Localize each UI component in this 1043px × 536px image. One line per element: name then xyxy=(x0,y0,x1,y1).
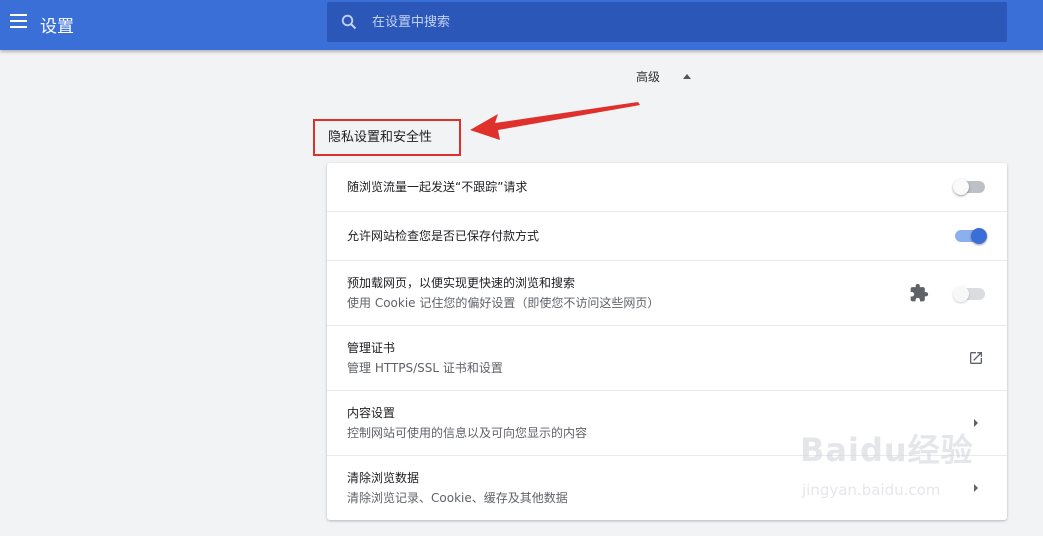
setting-label: 随浏览流量一起发送“不跟踪”请求 xyxy=(347,180,528,194)
setting-row-content-settings[interactable]: 内容设置 控制网站可使用的信息以及可向您显示的内容 xyxy=(327,391,1007,456)
search-bar[interactable] xyxy=(327,2,1007,42)
do-not-track-toggle[interactable] xyxy=(953,179,985,195)
chevron-right-icon[interactable] xyxy=(974,484,978,492)
caret-up-icon[interactable] xyxy=(683,74,691,79)
setting-description: 使用 Cookie 记住您的偏好设置（即使您不访问这些网页） xyxy=(347,296,660,310)
setting-row-preload[interactable]: 预加载网页，以便实现更快速的浏览和搜索 使用 Cookie 记住您的偏好设置（即… xyxy=(327,261,1007,326)
setting-label: 清除浏览数据 xyxy=(347,471,420,485)
setting-row-do-not-track[interactable]: 随浏览流量一起发送“不跟踪”请求 xyxy=(327,163,1007,212)
search-icon xyxy=(341,14,357,30)
setting-description: 清除浏览记录、Cookie、缓存及其他数据 xyxy=(347,491,568,505)
page-title: 设置 xyxy=(40,17,74,37)
menu-icon[interactable] xyxy=(10,14,27,28)
section-title: 隐私设置和安全性 xyxy=(328,130,433,145)
app-header: 设置 xyxy=(0,0,1043,50)
external-link-icon[interactable] xyxy=(968,350,984,366)
chevron-right-icon[interactable] xyxy=(974,419,978,427)
search-input[interactable] xyxy=(372,2,992,42)
advanced-toggle[interactable]: 高级 xyxy=(636,68,660,85)
preload-toggle[interactable] xyxy=(953,286,985,302)
setting-description: 管理 HTTPS/SSL 证书和设置 xyxy=(347,361,503,375)
privacy-settings-card: 随浏览流量一起发送“不跟踪”请求 允许网站检查您是否已保存付款方式 预加载网页，… xyxy=(327,163,1007,520)
setting-label: 内容设置 xyxy=(347,406,396,420)
setting-row-payment-methods[interactable]: 允许网站检查您是否已保存付款方式 xyxy=(327,212,1007,261)
setting-label: 预加载网页，以便实现更快速的浏览和搜索 xyxy=(347,276,576,290)
puzzle-icon xyxy=(910,283,929,302)
annotation-arrow-icon xyxy=(470,102,640,140)
payment-methods-toggle[interactable] xyxy=(955,228,987,244)
setting-row-clear-browsing-data[interactable]: 清除浏览数据 清除浏览记录、Cookie、缓存及其他数据 xyxy=(327,456,1007,520)
setting-row-certificates[interactable]: 管理证书 管理 HTTPS/SSL 证书和设置 xyxy=(327,326,1007,391)
setting-description: 控制网站可使用的信息以及可向您显示的内容 xyxy=(347,426,588,440)
setting-label: 管理证书 xyxy=(347,341,396,355)
setting-label: 允许网站检查您是否已保存付款方式 xyxy=(347,229,540,243)
